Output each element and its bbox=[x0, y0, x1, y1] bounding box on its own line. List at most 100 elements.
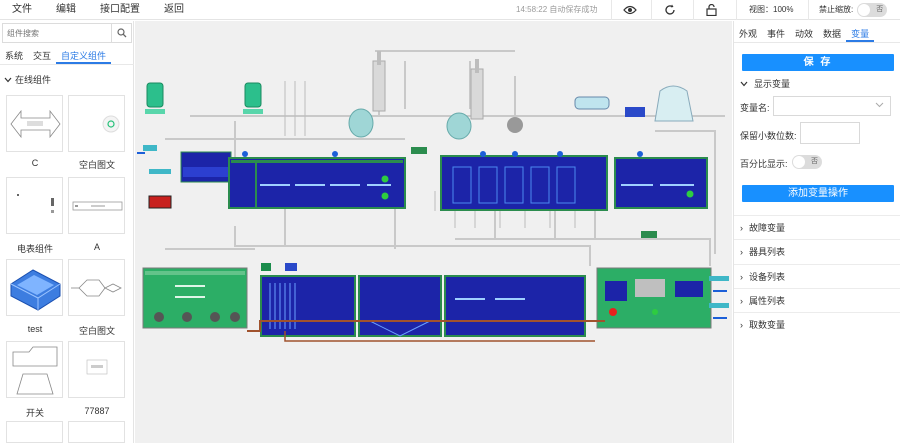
pump-green bbox=[261, 263, 271, 271]
component-panel: 系统 交互 自定义组件 在线组件 C 空白图文 电表组件 A bbox=[0, 21, 134, 443]
tank-lower-1 bbox=[260, 275, 356, 337]
blower bbox=[507, 117, 523, 133]
accordion-label: 取数变量 bbox=[749, 320, 786, 330]
eye-icon bbox=[622, 5, 637, 15]
search-icon bbox=[116, 28, 126, 38]
tab-system[interactable]: 系统 bbox=[0, 49, 28, 64]
tower-1 bbox=[348, 51, 386, 138]
toggle-text: 否 bbox=[876, 6, 884, 13]
property-panel: 外观 事件 动效 数据 变量 保 存 显示变量 变量名: 保留小数位数: 百分比… bbox=[733, 21, 900, 443]
pump-motor bbox=[625, 107, 645, 117]
tab-custom-components[interactable]: 自定义组件 bbox=[56, 49, 112, 64]
refresh-button[interactable] bbox=[651, 0, 687, 20]
tank-lower-2 bbox=[358, 275, 442, 337]
divider bbox=[734, 239, 900, 240]
tank-upper-1 bbox=[228, 157, 406, 209]
variable-name-select[interactable] bbox=[773, 96, 891, 116]
zoom-level: 视图：100% bbox=[736, 0, 806, 20]
preview-button[interactable] bbox=[611, 0, 647, 20]
control-room bbox=[596, 267, 712, 329]
hexagon-flow-preview bbox=[71, 279, 122, 297]
tower-2 bbox=[446, 59, 484, 140]
chevron-right-icon: › bbox=[740, 319, 743, 330]
component-tile-test[interactable] bbox=[6, 259, 63, 316]
component-search bbox=[2, 23, 132, 43]
valve-badge-1 bbox=[411, 147, 427, 154]
menu-edit[interactable]: 编辑 bbox=[44, 0, 88, 20]
add-variable-action-button[interactable]: 添加变量操作 bbox=[742, 185, 894, 202]
dosing-tank-pam bbox=[243, 82, 263, 114]
tile-label: test bbox=[27, 324, 43, 334]
divider bbox=[734, 215, 900, 216]
tile-label: 空白图文 bbox=[78, 326, 115, 336]
tab-interaction[interactable]: 交互 bbox=[28, 49, 56, 64]
component-tile-blank-graphic-1[interactable] bbox=[68, 95, 125, 152]
percent-toggle[interactable]: 否 bbox=[792, 155, 822, 169]
tile-label: C bbox=[31, 158, 39, 168]
accordion-fetch-variable[interactable]: › 取数变量 bbox=[740, 318, 785, 331]
dosing-tank-left bbox=[145, 82, 165, 114]
chevron-down-icon bbox=[875, 102, 884, 108]
tank-upper-3 bbox=[614, 157, 708, 209]
percent-label: 百分比显示: bbox=[740, 159, 788, 169]
decimals-label: 保留小数位数: bbox=[740, 131, 797, 141]
tab-data[interactable]: 数据 bbox=[818, 27, 846, 42]
component-tile-77887[interactable] bbox=[68, 341, 125, 398]
tank-upper-2 bbox=[440, 155, 608, 211]
accordion-appliance-list[interactable]: › 器具列表 bbox=[740, 245, 785, 258]
toggle-knob bbox=[858, 4, 871, 16]
tile-label: 电表组件 bbox=[16, 244, 53, 254]
pump-icon-1 bbox=[143, 145, 157, 151]
chevron-right-icon: › bbox=[740, 246, 743, 257]
component-tile-a[interactable] bbox=[68, 177, 125, 234]
component-tile-partial[interactable] bbox=[6, 421, 63, 443]
tab-variables[interactable]: 变量 bbox=[846, 27, 875, 42]
design-canvas[interactable] bbox=[135, 21, 732, 443]
component-tile-c[interactable] bbox=[6, 95, 63, 152]
tab-appearance[interactable]: 外观 bbox=[734, 27, 762, 42]
menu-interface-config[interactable]: 接口配置 bbox=[88, 0, 152, 20]
tab-animation[interactable]: 动效 bbox=[790, 27, 818, 42]
disable-zoom-toggle[interactable]: 否 bbox=[857, 3, 888, 17]
search-button[interactable] bbox=[111, 24, 131, 42]
menu-file[interactable]: 文件 bbox=[0, 0, 44, 20]
accordion-label: 器具列表 bbox=[749, 247, 786, 257]
divider bbox=[734, 288, 900, 289]
save-button[interactable]: 保 存 bbox=[742, 54, 894, 71]
chevron-down-icon bbox=[4, 77, 12, 82]
tile-label: 开关 bbox=[25, 408, 44, 418]
tile-label: A bbox=[93, 242, 100, 252]
switch-preview bbox=[12, 346, 58, 395]
component-tile-meter[interactable] bbox=[6, 177, 63, 234]
section-online-components[interactable]: 在线组件 bbox=[4, 73, 51, 86]
divider bbox=[734, 312, 900, 313]
accordion-device-list[interactable]: › 设备列表 bbox=[740, 270, 785, 283]
tile-label: 空白图文 bbox=[78, 160, 115, 170]
menu-back[interactable]: 返回 bbox=[152, 0, 196, 20]
accordion-label: 属性列表 bbox=[749, 296, 786, 306]
decimals-input[interactable] bbox=[800, 122, 860, 144]
cooling-tower bbox=[654, 85, 694, 122]
tab-events[interactable]: 事件 bbox=[762, 27, 790, 42]
autosave-status: 14:58:22 自动保存成功 bbox=[516, 5, 598, 14]
tank-3d-preview bbox=[10, 269, 61, 311]
accordion-fault-variable[interactable]: › 故障变量 bbox=[740, 221, 785, 234]
search-input[interactable] bbox=[3, 24, 113, 42]
toggle-knob bbox=[793, 156, 805, 168]
lock-button[interactable] bbox=[693, 0, 729, 20]
component-tile-partial[interactable] bbox=[68, 421, 125, 443]
label-badge bbox=[149, 169, 171, 174]
accordion-label: 设备列表 bbox=[749, 272, 786, 282]
process-diagram[interactable] bbox=[135, 21, 732, 443]
chevron-right-icon: › bbox=[740, 271, 743, 282]
refresh-icon bbox=[664, 4, 675, 15]
chevron-right-icon: › bbox=[740, 295, 743, 306]
accordion-display-variable[interactable]: 显示变量 bbox=[740, 77, 790, 90]
panel-preview bbox=[86, 359, 108, 375]
unlock-icon bbox=[706, 4, 717, 16]
component-tabs: 系统 交互 自定义组件 bbox=[0, 49, 134, 65]
component-tile-blank-graphic-2[interactable] bbox=[68, 259, 125, 316]
component-tile-switch[interactable] bbox=[6, 341, 63, 398]
accordion-property-list[interactable]: › 属性列表 bbox=[740, 294, 785, 307]
alarm-panel bbox=[148, 195, 172, 209]
